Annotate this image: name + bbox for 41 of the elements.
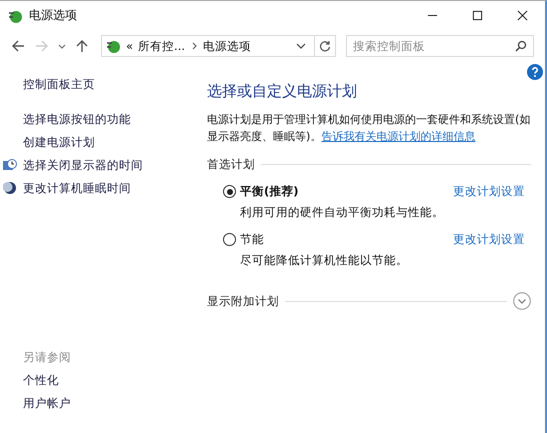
- radio-button[interactable]: [223, 233, 236, 246]
- plan-name: 节能: [240, 232, 264, 247]
- up-arrow-icon[interactable]: [75, 39, 89, 53]
- page-heading: 选择或自定义电源计划: [207, 82, 358, 101]
- monitor-clock-icon: [3, 158, 17, 172]
- expand-chevron-icon[interactable]: [513, 292, 531, 310]
- chevron-down-icon[interactable]: [296, 41, 306, 51]
- address-bar[interactable]: « 所有控... 电源选项: [101, 35, 336, 57]
- sidebar-link[interactable]: 选择关闭显示器的时间: [23, 158, 143, 172]
- help-icon[interactable]: [527, 64, 543, 80]
- power-options-icon: [105, 38, 121, 54]
- section-heading: 显示附加计划: [207, 294, 279, 308]
- back-arrow-icon[interactable]: [11, 39, 25, 53]
- see-also-link[interactable]: 个性化: [0, 373, 200, 388]
- change-plan-settings-link[interactable]: 更改计划设置: [453, 184, 525, 199]
- radio-button[interactable]: [223, 185, 236, 198]
- plan-description: 利用可用的硬件自动平衡功耗与性能。: [239, 205, 445, 220]
- maximize-icon[interactable]: [472, 10, 483, 21]
- see-also-link[interactable]: 用户帐户: [0, 396, 200, 411]
- search-field[interactable]: 搜索控制面板: [346, 35, 534, 57]
- section-heading: 首选计划: [207, 157, 255, 172]
- chevron-right-icon[interactable]: [190, 42, 198, 50]
- breadcrumb[interactable]: 所有控...: [138, 38, 186, 54]
- sidebar-link[interactable]: 更改计算机睡眠时间: [23, 180, 131, 196]
- plan-description: 尽可能降低计算机性能以节能。: [239, 253, 409, 268]
- overflow-marker[interactable]: «: [126, 39, 134, 53]
- change-plan-settings-link[interactable]: 更改计划设置: [453, 232, 525, 247]
- sidebar-link[interactable]: 创建电源计划: [23, 134, 95, 150]
- plan-name: 平衡(推荐): [240, 184, 299, 199]
- description-text: 电源计划是用于管理计算机如何使用电源的一套硬件和系统设置(如显示器亮度、睡眠等)。告诉我有关电源计划的详细信息: [207, 112, 531, 145]
- sidebar-link[interactable]: 选择电源按钮的功能: [23, 112, 131, 126]
- refresh-icon: [319, 40, 331, 52]
- breadcrumb[interactable]: 电源选项: [203, 38, 252, 54]
- window-title: 电源选项: [29, 7, 77, 24]
- search-icon: [515, 40, 527, 52]
- see-also-heading: 另请参阅: [22, 350, 72, 365]
- chevron-down-icon[interactable]: [58, 42, 66, 50]
- details-link[interactable]: 告诉我有关电源计划的详细信息: [321, 130, 476, 143]
- close-icon[interactable]: [517, 10, 528, 21]
- moon-icon: [3, 181, 17, 195]
- sidebar-link[interactable]: 控制面板主页: [23, 76, 95, 92]
